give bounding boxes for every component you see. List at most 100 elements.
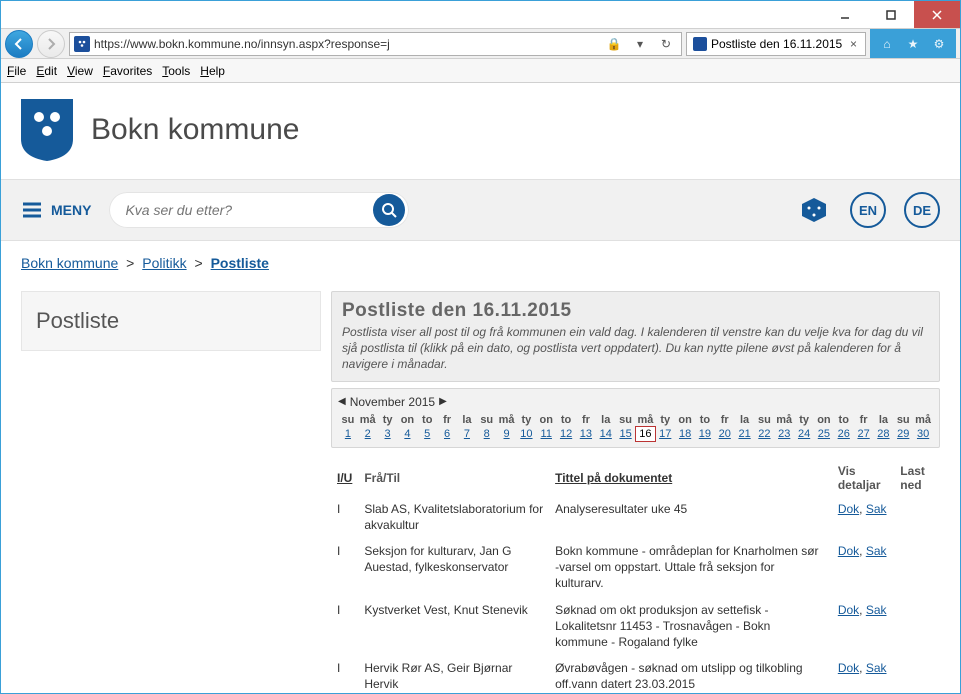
cal-dow: må [774, 413, 794, 427]
link-sak[interactable]: Sak [866, 502, 887, 516]
addr-dropdown-icon[interactable]: ▾ [629, 33, 651, 55]
cal-day-30[interactable]: 30 [913, 427, 933, 441]
table-row: ISlab AS, Kvalitetslaboratorium for akva… [331, 496, 940, 538]
page-viewport[interactable]: Bokn kommune MENY [1, 83, 960, 693]
cal-day-17[interactable]: 17 [655, 427, 675, 441]
cal-day-11[interactable]: 11 [536, 427, 556, 441]
search-input[interactable] [125, 202, 373, 218]
dice-icon [799, 195, 829, 225]
cal-day-25[interactable]: 25 [814, 427, 834, 441]
search-button[interactable] [373, 194, 405, 226]
close-button[interactable] [914, 1, 960, 28]
panel-desc: Postlista viser all post til og frå komm… [342, 324, 929, 373]
post-table: I/U Frå/Til Tittel på dokumentet Vis det… [331, 460, 940, 693]
browser-menubar: File Edit View Favorites Tools Help [1, 59, 960, 83]
cal-day-16[interactable]: 16 [636, 427, 656, 441]
nav-back-button[interactable] [5, 30, 33, 58]
link-dok[interactable]: Dok [838, 661, 859, 675]
favorites-icon[interactable]: ★ [904, 35, 922, 53]
cell-from: Slab AS, Kvalitetslaboratorium for akvak… [358, 496, 549, 538]
cell-title: Øvrabøvågen - søknad om utslipp og tilko… [549, 655, 832, 693]
cal-day-6[interactable]: 6 [437, 427, 457, 441]
cal-day-18[interactable]: 18 [675, 427, 695, 441]
link-dok[interactable]: Dok [838, 603, 859, 617]
maximize-button[interactable] [868, 1, 914, 28]
settings-gear-icon[interactable]: ⚙ [930, 35, 948, 53]
lang-en-button[interactable]: EN [850, 192, 886, 228]
cal-prev-icon[interactable]: ◀ [338, 396, 346, 407]
link-sak[interactable]: Sak [866, 544, 887, 558]
lang-de-button[interactable]: DE [904, 192, 940, 228]
cal-day-26[interactable]: 26 [834, 427, 854, 441]
cal-day-24[interactable]: 24 [794, 427, 814, 441]
cal-day-12[interactable]: 12 [556, 427, 576, 441]
link-sak[interactable]: Sak [866, 661, 887, 675]
cal-day-1[interactable]: 1 [338, 427, 358, 441]
menu-toggle[interactable]: MENY [21, 199, 91, 221]
cal-day-3[interactable]: 3 [378, 427, 398, 441]
cal-next-icon[interactable]: ▶ [439, 396, 447, 407]
col-iu[interactable]: I/U [331, 460, 358, 496]
menu-tools[interactable]: Tools [162, 64, 190, 78]
home-icon[interactable]: ⌂ [878, 35, 896, 53]
link-sak[interactable]: Sak [866, 603, 887, 617]
site-header: Bokn kommune [1, 83, 960, 179]
site-logo-icon [21, 99, 73, 161]
cal-day-29[interactable]: 29 [893, 427, 913, 441]
cal-dow: må [913, 413, 933, 427]
cal-day-2[interactable]: 2 [358, 427, 378, 441]
crumb-current[interactable]: Postliste [211, 255, 269, 271]
cal-day-4[interactable]: 4 [398, 427, 418, 441]
site-title: Bokn kommune [91, 113, 299, 147]
cal-day-20[interactable]: 20 [715, 427, 735, 441]
cal-day-28[interactable]: 28 [874, 427, 894, 441]
cal-day-15[interactable]: 15 [616, 427, 636, 441]
cal-day-27[interactable]: 27 [854, 427, 874, 441]
breadcrumb: Bokn kommune > Politikk > Postliste [1, 241, 960, 285]
tab-close-icon[interactable]: × [848, 37, 859, 51]
cal-dow: må [636, 413, 656, 427]
browser-tab[interactable]: Postliste den 16.11.2015 - B... × [686, 32, 866, 56]
cal-day-9[interactable]: 9 [497, 427, 517, 441]
menu-edit[interactable]: Edit [36, 64, 57, 78]
menu-favorites[interactable]: Favorites [103, 64, 152, 78]
cal-dow: su [755, 413, 775, 427]
table-row: ISeksjon for kulturarv, Jan G Auestad, f… [331, 538, 940, 597]
refresh-icon[interactable]: ↻ [655, 33, 677, 55]
menu-file[interactable]: File [7, 64, 26, 78]
ssl-lock-icon[interactable]: 🔒 [603, 33, 625, 55]
cal-day-19[interactable]: 19 [695, 427, 715, 441]
menu-help[interactable]: Help [200, 64, 225, 78]
cell-from: Kystverket Vest, Knut Stenevik [358, 597, 549, 656]
cell-iu: I [331, 597, 358, 656]
link-dok[interactable]: Dok [838, 502, 859, 516]
cal-day-23[interactable]: 23 [774, 427, 794, 441]
cell-iu: I [331, 538, 358, 597]
cal-day-10[interactable]: 10 [517, 427, 537, 441]
cal-day-21[interactable]: 21 [735, 427, 755, 441]
crumb-home[interactable]: Bokn kommune [21, 255, 118, 271]
col-title[interactable]: Tittel på dokumentet [549, 460, 832, 496]
search-icon [381, 202, 397, 218]
nav-forward-button[interactable] [37, 30, 65, 58]
col-details: Vis detaljar [832, 460, 894, 496]
table-row: IHervik Rør AS, Geir Bjørnar HervikØvrab… [331, 655, 940, 693]
cal-day-14[interactable]: 14 [596, 427, 616, 441]
cal-day-22[interactable]: 22 [755, 427, 775, 441]
panel-title: Postliste den 16.11.2015 [342, 300, 929, 322]
cell-title: Søknad om okt produksjon av settefisk - … [549, 597, 832, 656]
site-menubar: MENY EN DE [1, 179, 960, 241]
readspeaker-button[interactable] [796, 192, 832, 228]
search-box [109, 192, 409, 228]
address-bar[interactable]: https://www.bokn.kommune.no/innsyn.aspx?… [69, 32, 682, 56]
cal-dow: ty [517, 413, 537, 427]
cal-day-7[interactable]: 7 [457, 427, 477, 441]
crumb-section[interactable]: Politikk [142, 255, 186, 271]
cal-day-8[interactable]: 8 [477, 427, 497, 441]
link-dok[interactable]: Dok [838, 544, 859, 558]
minimize-button[interactable] [822, 1, 868, 28]
menu-view[interactable]: View [67, 64, 93, 78]
cal-day-13[interactable]: 13 [576, 427, 596, 441]
cal-day-5[interactable]: 5 [417, 427, 437, 441]
cal-dow: la [735, 413, 755, 427]
